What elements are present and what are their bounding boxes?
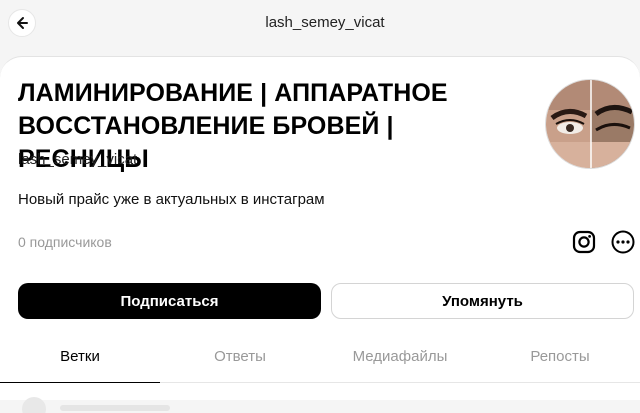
avatar-image — [546, 80, 634, 168]
instagram-icon[interactable] — [571, 229, 597, 255]
tab-reposts[interactable]: Репосты — [480, 337, 640, 381]
thread-preview-partial — [22, 397, 170, 413]
profile-card: ЛАМИНИРОВАНИЕ | АППАРАТНОЕ ВОССТАНОВЛЕНИ… — [0, 56, 640, 413]
profile-handle: lash_semey_vicat — [18, 151, 138, 168]
mention-button[interactable]: Упомянуть — [331, 283, 634, 319]
profile-tabs: Ветки Ответы Медиафайлы Репосты — [0, 337, 640, 381]
avatar[interactable] — [545, 79, 635, 169]
page-title: lash_semey_vicat — [265, 14, 385, 31]
followers-count[interactable]: 0 подписчиков — [18, 234, 112, 250]
active-tab-indicator — [0, 382, 160, 383]
more-icon[interactable] — [610, 229, 636, 255]
top-bar: lash_semey_vicat — [0, 0, 640, 50]
tab-threads[interactable]: Ветки — [0, 337, 160, 381]
profile-bio: Новый прайс уже в актуальных в инстаграм — [18, 191, 325, 208]
tab-media[interactable]: Медиафайлы — [320, 337, 480, 381]
follow-button[interactable]: Подписаться — [18, 283, 321, 319]
tab-replies[interactable]: Ответы — [160, 337, 320, 381]
